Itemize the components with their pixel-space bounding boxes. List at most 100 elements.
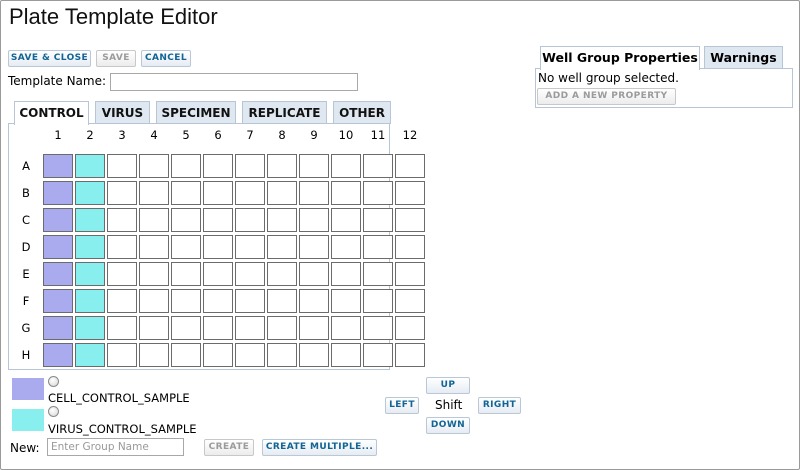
plate-well[interactable] <box>267 154 297 178</box>
plate-well[interactable] <box>203 154 233 178</box>
plate-well[interactable] <box>235 235 265 259</box>
plate-well[interactable] <box>171 154 201 178</box>
plate-well[interactable] <box>75 262 105 286</box>
plate-well[interactable] <box>363 262 393 286</box>
plate-well[interactable] <box>203 262 233 286</box>
tab-specimen[interactable]: SPECIMEN <box>156 101 236 124</box>
plate-well[interactable] <box>107 208 137 232</box>
plate-well[interactable] <box>75 289 105 313</box>
tab-virus[interactable]: VIRUS <box>95 101 150 124</box>
plate-well[interactable] <box>363 343 393 367</box>
plate-well[interactable] <box>331 289 361 313</box>
plate-well[interactable] <box>299 181 329 205</box>
plate-column-header[interactable]: 12 <box>395 126 425 144</box>
add-property-button[interactable]: ADD A NEW PROPERTY <box>537 88 676 105</box>
plate-well[interactable] <box>363 154 393 178</box>
plate-well[interactable] <box>43 262 73 286</box>
plate-row-header[interactable]: G <box>14 315 38 341</box>
plate-column-header[interactable]: 6 <box>203 126 233 144</box>
plate-well[interactable] <box>299 262 329 286</box>
plate-well[interactable] <box>331 208 361 232</box>
group-radio-button[interactable] <box>48 376 59 387</box>
plate-well[interactable] <box>75 343 105 367</box>
plate-well[interactable] <box>139 154 169 178</box>
plate-well[interactable] <box>395 154 425 178</box>
plate-well[interactable] <box>267 343 297 367</box>
plate-column-header[interactable]: 9 <box>299 126 329 144</box>
plate-well[interactable] <box>75 316 105 340</box>
tab-well-group-properties[interactable]: Well Group Properties <box>540 46 700 70</box>
save-and-close-button[interactable]: SAVE & CLOSE <box>8 50 91 67</box>
shift-up-button[interactable]: UP <box>426 377 470 394</box>
plate-well[interactable] <box>203 235 233 259</box>
plate-well[interactable] <box>331 262 361 286</box>
plate-well[interactable] <box>43 208 73 232</box>
plate-well[interactable] <box>267 262 297 286</box>
plate-well[interactable] <box>75 235 105 259</box>
plate-column-header[interactable]: 3 <box>107 126 137 144</box>
plate-well[interactable] <box>299 235 329 259</box>
create-multiple-button[interactable]: CREATE MULTIPLE... <box>262 439 377 456</box>
plate-row-header[interactable]: D <box>14 234 38 260</box>
plate-well[interactable] <box>363 181 393 205</box>
template-name-input[interactable] <box>110 73 358 91</box>
plate-well[interactable] <box>203 316 233 340</box>
plate-well[interactable] <box>363 316 393 340</box>
plate-well[interactable] <box>331 343 361 367</box>
plate-well[interactable] <box>107 262 137 286</box>
plate-row-header[interactable]: A <box>14 153 38 179</box>
plate-well[interactable] <box>235 154 265 178</box>
plate-well[interactable] <box>107 154 137 178</box>
plate-column-header[interactable]: 1 <box>43 126 73 144</box>
group-radio-button[interactable] <box>48 406 59 417</box>
group-color-swatch[interactable] <box>12 378 44 400</box>
plate-well[interactable] <box>331 181 361 205</box>
create-group-button[interactable]: CREATE <box>204 439 254 456</box>
plate-column-header[interactable]: 5 <box>171 126 201 144</box>
plate-well[interactable] <box>395 262 425 286</box>
plate-well[interactable] <box>139 235 169 259</box>
shift-down-button[interactable]: DOWN <box>426 417 470 434</box>
plate-well[interactable] <box>75 181 105 205</box>
plate-column-header[interactable]: 7 <box>235 126 265 144</box>
plate-well[interactable] <box>43 289 73 313</box>
plate-well[interactable] <box>171 181 201 205</box>
cancel-button[interactable]: CANCEL <box>141 50 191 67</box>
plate-well[interactable] <box>331 154 361 178</box>
shift-right-button[interactable]: RIGHT <box>478 397 521 414</box>
group-color-swatch[interactable] <box>12 409 44 431</box>
plate-well[interactable] <box>75 208 105 232</box>
tab-other[interactable]: OTHER <box>333 101 391 124</box>
tab-warnings[interactable]: Warnings <box>704 46 783 69</box>
plate-well[interactable] <box>203 343 233 367</box>
plate-row-header[interactable]: B <box>14 180 38 206</box>
plate-well[interactable] <box>299 154 329 178</box>
plate-well[interactable] <box>171 235 201 259</box>
shift-left-button[interactable]: LEFT <box>385 397 419 414</box>
plate-well[interactable] <box>395 181 425 205</box>
tab-replicate[interactable]: REPLICATE <box>242 101 327 124</box>
plate-well[interactable] <box>235 289 265 313</box>
plate-well[interactable] <box>139 181 169 205</box>
plate-well[interactable] <box>139 289 169 313</box>
plate-well[interactable] <box>203 289 233 313</box>
plate-row-header[interactable]: F <box>14 288 38 314</box>
plate-well[interactable] <box>267 289 297 313</box>
plate-row-header[interactable]: H <box>14 342 38 368</box>
plate-column-header[interactable]: 11 <box>363 126 393 144</box>
plate-well[interactable] <box>107 181 137 205</box>
plate-well[interactable] <box>171 289 201 313</box>
save-button[interactable]: SAVE <box>96 50 136 67</box>
plate-well[interactable] <box>171 262 201 286</box>
plate-well[interactable] <box>107 343 137 367</box>
plate-well[interactable] <box>363 208 393 232</box>
plate-well[interactable] <box>203 181 233 205</box>
plate-well[interactable] <box>299 208 329 232</box>
plate-well[interactable] <box>235 181 265 205</box>
plate-well[interactable] <box>235 208 265 232</box>
plate-row-header[interactable]: E <box>14 261 38 287</box>
plate-well[interactable] <box>299 316 329 340</box>
plate-well[interactable] <box>43 343 73 367</box>
plate-well[interactable] <box>363 289 393 313</box>
plate-well[interactable] <box>139 343 169 367</box>
